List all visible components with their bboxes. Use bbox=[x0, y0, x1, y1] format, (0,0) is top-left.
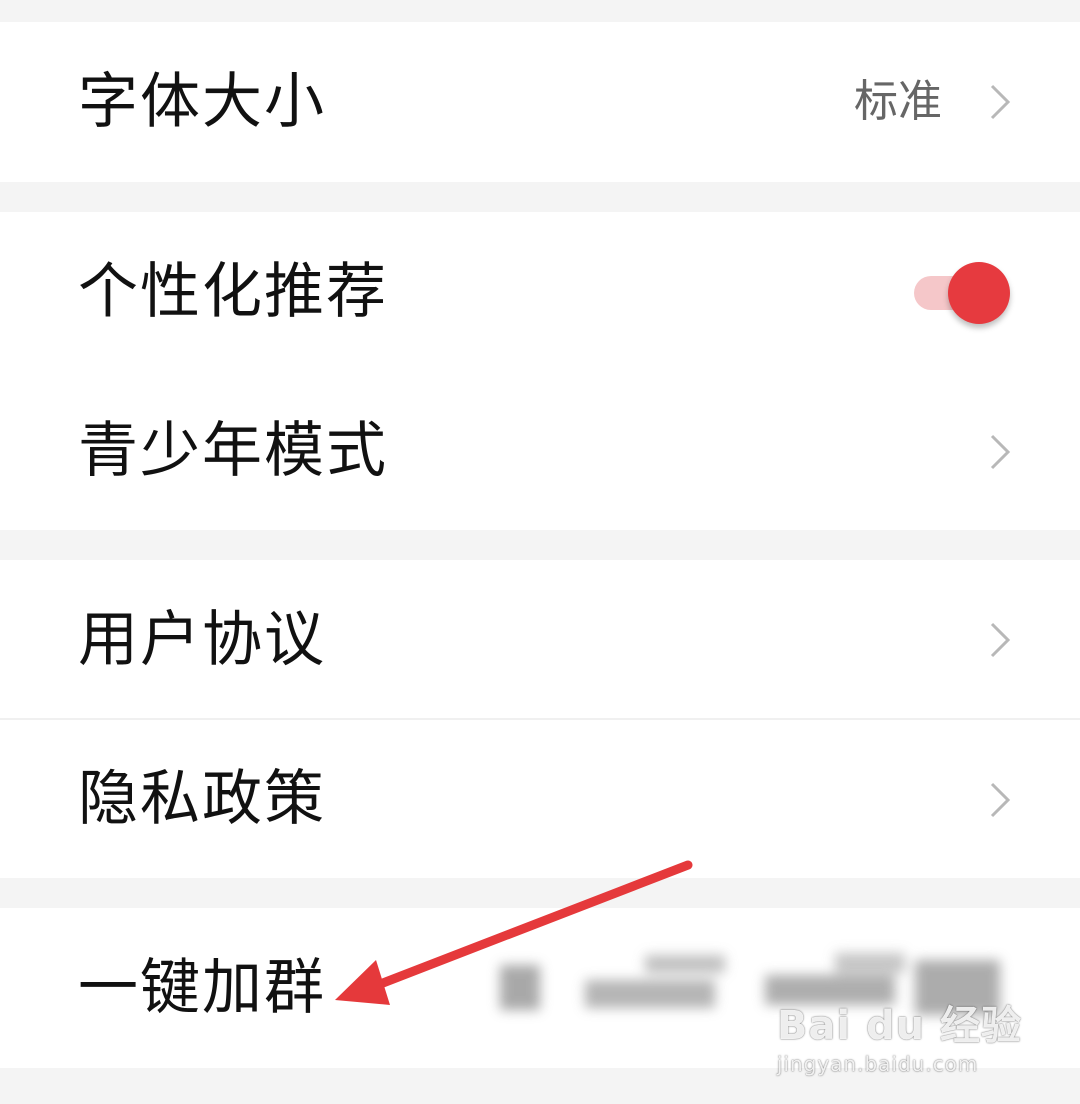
settings-page: 字体大小 标准 个性化推荐 青少年模式 用户协议 隐私政策 一键加群 Bai d… bbox=[0, 0, 1080, 1104]
chevron-right-icon bbox=[990, 782, 1011, 818]
font-size-label: 字体大小 bbox=[78, 67, 326, 137]
youth-mode-label: 青少年模式 bbox=[78, 416, 388, 486]
chevron-right-icon bbox=[990, 434, 1011, 470]
settings-group-content: 个性化推荐 青少年模式 bbox=[0, 212, 1080, 530]
privacy-policy-row[interactable]: 隐私政策 bbox=[0, 720, 1080, 878]
user-agreement-label: 用户协议 bbox=[78, 605, 326, 675]
personalized-recommend-toggle[interactable] bbox=[910, 262, 1010, 324]
join-group-label: 一键加群 bbox=[78, 953, 326, 1023]
watermark-url: jingyan.baidu.com bbox=[776, 1052, 979, 1076]
personalized-recommend-label: 个性化推荐 bbox=[78, 257, 388, 327]
font-size-value: 标准 bbox=[854, 76, 942, 127]
privacy-policy-label: 隐私政策 bbox=[78, 764, 326, 834]
youth-mode-row[interactable]: 青少年模式 bbox=[0, 372, 1080, 530]
settings-group-display: 字体大小 标准 bbox=[0, 22, 1080, 182]
personalized-recommend-row: 个性化推荐 bbox=[0, 212, 1080, 372]
font-size-row[interactable]: 字体大小 标准 bbox=[0, 22, 1080, 182]
baidu-jingyan-watermark: Bai du 经验 jingyan.baidu.com bbox=[777, 1006, 1022, 1076]
settings-group-legal: 用户协议 隐私政策 bbox=[0, 560, 1080, 878]
chevron-right-icon bbox=[990, 622, 1011, 658]
user-agreement-row[interactable]: 用户协议 bbox=[0, 560, 1080, 720]
watermark-logo: Bai du 经验 bbox=[776, 1003, 1022, 1049]
toggle-knob bbox=[948, 262, 1010, 324]
chevron-right-icon bbox=[990, 84, 1011, 120]
